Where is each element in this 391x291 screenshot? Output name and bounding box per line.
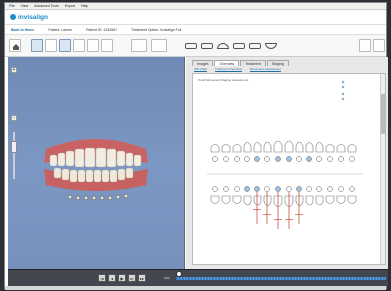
menu-bar: File View Advanced Tools Export Help [5,3,386,10]
tooth-number-markers [67,193,129,201]
lower-tooth-outlines [210,195,357,207]
status-bar [5,286,386,290]
stage-timeline[interactable] [176,277,386,280]
home-view-button[interactable] [9,39,21,52]
patient-name: Patient: Lauren [48,27,73,32]
timeline-handle[interactable] [176,271,182,277]
playback-bar: |◂ ◂ ▶ ▸| ▸▸ 0/20 [8,269,388,286]
treatment-option: Treatment Option: Invisalign Full [131,27,182,32]
panel-tabs: Images Overview Treatment Staging [192,60,289,66]
menu-export[interactable]: Export [65,4,75,8]
patient-info-bar: Back to Home Patient: Lauren Patient ID:… [5,24,386,35]
lower-occlusal-icon[interactable] [265,43,277,49]
menu-advanced-tools[interactable]: Advanced Tools [34,4,59,8]
upper-arch-dropdown[interactable] [131,39,147,52]
attachments-button[interactable] [87,39,99,52]
front-view-icon[interactable] [185,43,197,49]
numbers-view-button[interactable] [45,39,57,52]
right-view-icon[interactable] [233,43,245,49]
tooth-chart-diagram [207,80,363,229]
view-toolbar [5,35,386,57]
tab-images[interactable]: Images [192,60,214,66]
3d-viewer[interactable]: + - [8,57,185,269]
logo: invisalign [18,13,48,21]
back-to-home-link[interactable]: Back to Home [11,28,34,32]
subtab-tab-chart[interactable]: Tab Chart [194,67,207,71]
details-panel: Images Overview Treatment Staging Tab Ch… [186,57,388,269]
grid-view-button[interactable] [31,39,43,52]
dental-arch-model[interactable] [8,57,185,269]
home-icon [13,44,19,50]
stage-counter: 0/20 [164,276,170,280]
chart-scrollbar[interactable] [380,74,385,264]
tab-overview[interactable]: Overview [214,60,240,66]
pontics-button[interactable] [101,39,113,52]
menu-view[interactable]: View [21,4,29,8]
back-view-icon[interactable] [201,43,213,49]
subtab-treatment-overview[interactable]: Treatment Overview [215,67,242,71]
previous-stage-button[interactable]: ◂ [108,274,116,282]
lower-arch-dropdown[interactable] [151,39,167,52]
split-view-button[interactable] [359,39,371,52]
subtab-movement-assessment[interactable]: Movement Assessment [250,67,281,71]
first-stage-button[interactable]: |◂ [98,274,106,282]
application-window: File View Advanced Tools Export Help inv… [4,2,388,290]
tab-staging[interactable]: Staging [266,60,289,66]
upper-tooth-outlines [210,140,357,153]
chart-legend [341,80,345,101]
last-stage-button[interactable]: ▸▸ [138,274,146,282]
logo-icon [10,14,16,20]
superimpose-button[interactable] [73,39,85,52]
menu-file[interactable]: File [9,4,15,8]
upper-occlusal-icon[interactable] [217,43,229,49]
tab-treatment[interactable]: Treatment [240,60,266,66]
sub-tabs: Tab Chart Treatment Overview Movement As… [194,67,281,71]
upper-tooth-circles [212,156,355,162]
patient-id: Patient ID: 1234567 [86,27,118,32]
menu-help[interactable]: Help [81,4,88,8]
left-view-icon[interactable] [249,43,261,49]
full-view-button[interactable] [373,39,385,52]
next-stage-button[interactable]: ▸| [128,274,136,282]
overlay-view-button[interactable] [59,39,71,52]
tooth-movement-chart: Tooth Movement Staging Assessment [192,73,386,265]
play-button[interactable]: ▶ [118,274,126,282]
lower-tooth-circles [212,186,355,192]
header: invisalign [5,10,386,24]
